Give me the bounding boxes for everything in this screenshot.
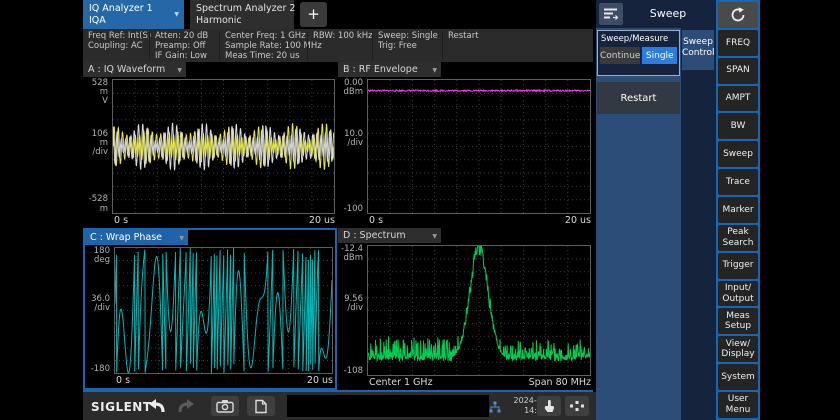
y-axis-top-label: 528 m V [83, 79, 108, 106]
panel-a-title-chip[interactable]: A : IQ Waveform ▼ [83, 62, 186, 77]
tab-subtitle: IQA [89, 15, 178, 27]
softkey-column: FREQ SPAN AMPT BW Sweep Trace Marker Pea… [716, 0, 760, 420]
siglent-logo: SIGLENT [91, 400, 152, 414]
sweep-measure-label: Sweep/Measure [598, 31, 679, 47]
panel-iq-waveform: A : IQ Waveform ▼ 528 m V 106 m /div -52… [83, 62, 337, 228]
plot-area-b [367, 79, 591, 214]
bottom-toolbar: SIGLENT [83, 392, 596, 420]
panel-b-title: B : RF Envelope [343, 64, 418, 75]
sweep-measure-group: Sweep/Measure Continue Single [597, 30, 680, 76]
instrument-screen: IQ Analyzer 1 IQA ▼ Spectrum Analyzer 2 … [0, 0, 840, 420]
plot-area-c [114, 247, 333, 374]
sweep-menu-panel: Sweep Sweep/Measure Continue Single Swee… [596, 0, 716, 420]
screenshot-camera-button[interactable] [211, 396, 239, 416]
redo-icon[interactable] [176, 398, 196, 414]
softkey-system[interactable]: System [718, 364, 758, 390]
plot-area-a [112, 79, 335, 214]
y-axis-bottom-label: -100 [344, 204, 363, 214]
panel-a-y-axis: 528 m V 106 m /div -528 m [83, 79, 110, 214]
softkey-input-output[interactable]: Input/ Output [718, 281, 758, 307]
status-center-freq: Center Freq: 1 GHz Sample Rate: 100 MHz … [219, 31, 313, 60]
restart-button[interactable]: Restart [597, 82, 680, 114]
panel-d-y-axis: -12.4 dBm 9.56 /div -108 [338, 245, 365, 376]
panel-b-title-chip[interactable]: B : RF Envelope ▼ [338, 62, 441, 77]
panel-a-x-axis: 0 s 20 us [112, 215, 335, 227]
y-axis-top-label: 0.00 dBm [343, 79, 363, 97]
y-axis-div-label: 10.0 /div [344, 130, 363, 148]
panel-c-x-axis: 0 s 20 us [114, 375, 333, 387]
status-restart: Restart [442, 31, 528, 60]
file-save-button[interactable] [247, 396, 275, 416]
softkey-freq[interactable]: FREQ [718, 30, 758, 56]
panel-rf-envelope: B : RF Envelope ▼ 0.00 dBm 10.0 /div -10… [338, 62, 593, 228]
plot-area-d [367, 245, 591, 376]
status-sweep: Sweep: Single Trig: Free [372, 31, 448, 60]
status-freq-ref: Freq Ref: Int(S) Coupling: AC [83, 31, 154, 60]
panel-b-y-axis: 0.00 dBm 10.0 /div -100 [338, 79, 365, 214]
panel-spectrum: D : Spectrum ▼ -12.4 dBm 9.56 /div -108 … [338, 228, 593, 390]
tab-title: IQ Analyzer 1 [89, 3, 178, 15]
tab-subtitle: Harmonic [196, 15, 288, 27]
y-axis-top-label: -12.4 dBm [341, 245, 363, 263]
status-rbw: RBW: 100 kHz [307, 31, 378, 60]
sweep-single-button[interactable]: Single [642, 47, 677, 64]
panel-d-x-axis: Center 1 GHz Span 80 MHz [367, 377, 591, 389]
menu-title: Sweep [620, 0, 716, 28]
panel-c-y-axis: 180 deg 36.0 /div -180 [85, 247, 112, 374]
tab-iq-analyzer[interactable]: IQ Analyzer 1 IQA ▼ [83, 0, 184, 29]
y-axis-div-label: 9.56 /div [344, 295, 363, 313]
softkey-bw[interactable]: BW [718, 113, 758, 139]
status-bar: Freq Ref: Int(S) Coupling: AC Atten: 20 … [83, 29, 593, 62]
sweep-continue-button[interactable]: Continue [600, 47, 640, 64]
sweep-control-tab[interactable]: Sweep Control [682, 30, 714, 70]
softkey-meas-setup[interactable]: Meas Setup [718, 308, 758, 334]
softkey-view-display[interactable]: View/ Display [718, 336, 758, 362]
y-axis-bottom-label: -180 [91, 364, 110, 374]
y-axis-bottom-label: -528 m [83, 194, 108, 214]
chevron-down-icon: ▼ [177, 63, 182, 78]
tab-spectrum-analyzer[interactable]: Spectrum Analyzer 2 Harmonic [190, 0, 294, 29]
message-area [287, 395, 489, 417]
tab-title: Spectrum Analyzer 2 [196, 3, 288, 15]
lan-status-icon [489, 401, 501, 413]
chevron-down-icon: ▼ [432, 229, 437, 244]
panel-b-x-axis: 0 s 20 us [367, 215, 591, 227]
return-back-icon[interactable] [718, 2, 758, 28]
panel-c-title-chip[interactable]: C : Wrap Phase ▼ [85, 230, 188, 245]
softkey-sweep[interactable]: Sweep [718, 141, 758, 167]
undo-icon[interactable] [147, 398, 167, 414]
touch-assist-button[interactable] [537, 396, 561, 416]
softkey-span[interactable]: SPAN [718, 58, 758, 84]
softkey-trace[interactable]: Trace [718, 169, 758, 195]
y-axis-div-label: 106 m /div [83, 130, 108, 157]
panel-d-title: D : Spectrum [343, 230, 406, 241]
softkey-user-menu[interactable]: User Menu [718, 392, 758, 418]
quick-access-dots-button[interactable] [565, 396, 589, 416]
y-axis-bottom-label: -108 [344, 366, 363, 376]
softkey-peak-search[interactable]: Peak Search [718, 225, 758, 251]
chevron-down-icon: ▼ [432, 63, 437, 78]
panel-c-title: C : Wrap Phase [90, 232, 162, 243]
softkey-trigger[interactable]: Trigger [718, 253, 758, 279]
panel-wrap-phase: C : Wrap Phase ▼ 180 deg 36.0 /div -180 … [83, 228, 337, 390]
add-tab-button[interactable]: + [300, 2, 327, 27]
chevron-down-icon: ▼ [174, 11, 179, 18]
y-axis-div-label: 36.0 /div [91, 295, 110, 313]
softkey-marker[interactable]: Marker [718, 197, 758, 223]
panel-a-title: A : IQ Waveform [88, 64, 165, 75]
sweep-mode-toggle: Continue Single [598, 47, 679, 64]
chevron-down-icon: ▼ [179, 231, 184, 246]
status-atten: Atten: 20 dB Preamp: Off IF Gain: Low [149, 31, 225, 60]
panel-d-title-chip[interactable]: D : Spectrum ▼ [338, 228, 441, 243]
y-axis-top-label: 180 deg [94, 247, 110, 265]
softkey-ampt[interactable]: AMPT [718, 86, 758, 112]
